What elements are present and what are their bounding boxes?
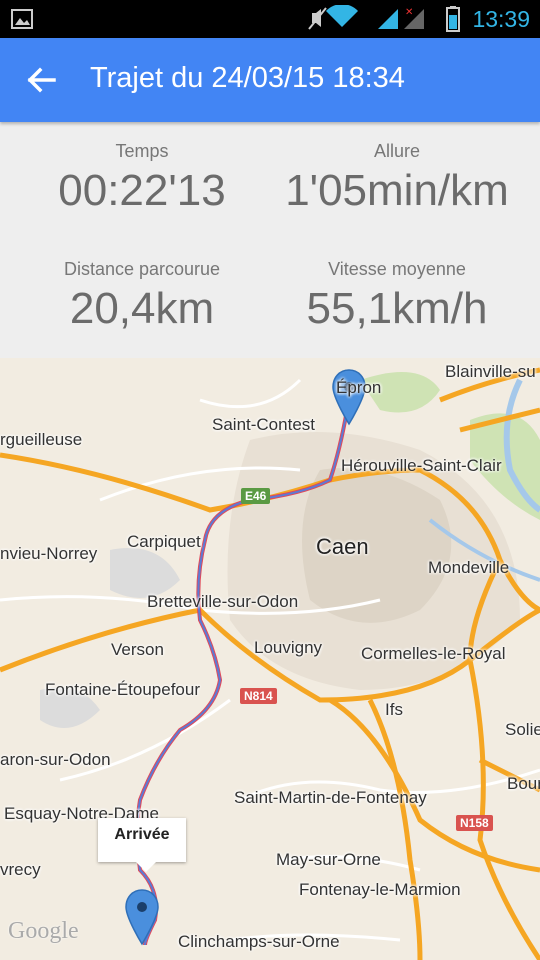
place-label: Verson [111, 640, 164, 659]
stat-value: 20,4km [69, 284, 215, 333]
place-label: Carpiquet [127, 532, 201, 551]
route-map[interactable]: Épron Blainville-su Saint-Contest Hérouv… [0, 358, 540, 960]
place-label: Bretteville-sur-Odon [147, 592, 299, 611]
start-marker-icon[interactable] [331, 368, 367, 428]
signal-icon [378, 9, 398, 29]
place-label: rgueilleuse [0, 430, 83, 449]
google-logo: Google [8, 918, 79, 944]
place-label: Fontenay-le-Marmion [299, 880, 461, 899]
end-marker-icon[interactable] [124, 888, 160, 948]
svg-text:✕: ✕ [405, 7, 413, 18]
app-bar: Trajet du 24/03/15 18:34 [0, 38, 540, 122]
place-label: Bourgu [507, 774, 540, 793]
stat-label: Temps [115, 141, 169, 161]
status-icons: ✕ [308, 5, 424, 30]
stat-value: 00:22'13 [58, 166, 226, 215]
place-label: Clinchamps-sur-Orne [178, 932, 340, 951]
place-label: nvieu-Norrey [0, 544, 98, 563]
place-label: Fontaine-Étoupefour [45, 680, 200, 699]
stat-distance: Distance parcourue 20,4km [7, 259, 277, 334]
place-label: Louvigny [254, 638, 323, 657]
place-label: Caen [316, 534, 369, 559]
signal-2-icon: ✕ [404, 7, 424, 29]
stat-value: 55,1km/h [306, 284, 488, 333]
road-shield: N814 [240, 688, 277, 704]
stat-temps: Temps 00:22'13 [7, 141, 277, 216]
place-label: May-sur-Orne [276, 850, 381, 869]
clock: 13:39 [472, 6, 530, 32]
place-label: aron-sur-Odon [0, 750, 111, 769]
place-label: Saint-Contest [212, 415, 315, 434]
gallery-notification-icon [11, 9, 33, 29]
road-shield: E46 [241, 488, 271, 504]
place-label: Épron [336, 378, 382, 397]
wifi-icon [326, 5, 358, 27]
stat-label: Allure [373, 141, 421, 161]
place-label: Saint-Martin-de-Fontenay [234, 788, 427, 807]
place-label: Ifs [385, 700, 403, 719]
back-arrow-icon[interactable] [26, 64, 58, 96]
stat-value: 1'05min/km [285, 166, 509, 215]
stat-label: Distance parcourue [63, 259, 221, 279]
place-label: Solie [505, 720, 540, 739]
place-label: Hérouville-Saint-Clair [341, 456, 502, 475]
place-label: Blainville-su [445, 362, 536, 381]
place-label: vrecy [0, 860, 41, 879]
mute-icon [308, 7, 327, 30]
status-bar: ✕ 13:39 [0, 0, 540, 38]
place-label: Cormelles-le-Royal [361, 644, 506, 663]
arrival-info-window[interactable]: Arrivée [98, 818, 186, 872]
stat-label: Vitesse moyenne [328, 259, 466, 279]
place-label: Mondeville [428, 558, 510, 577]
page-title: Trajet du 24/03/15 18:34 [90, 62, 405, 94]
stat-allure: Allure 1'05min/km [262, 141, 532, 216]
stat-vitesse: Vitesse moyenne 55,1km/h [262, 259, 532, 334]
battery-icon [446, 6, 460, 32]
road-shield: N158 [456, 815, 493, 831]
trip-stats: Temps 00:22'13 Allure 1'05min/km Distanc… [0, 122, 540, 358]
